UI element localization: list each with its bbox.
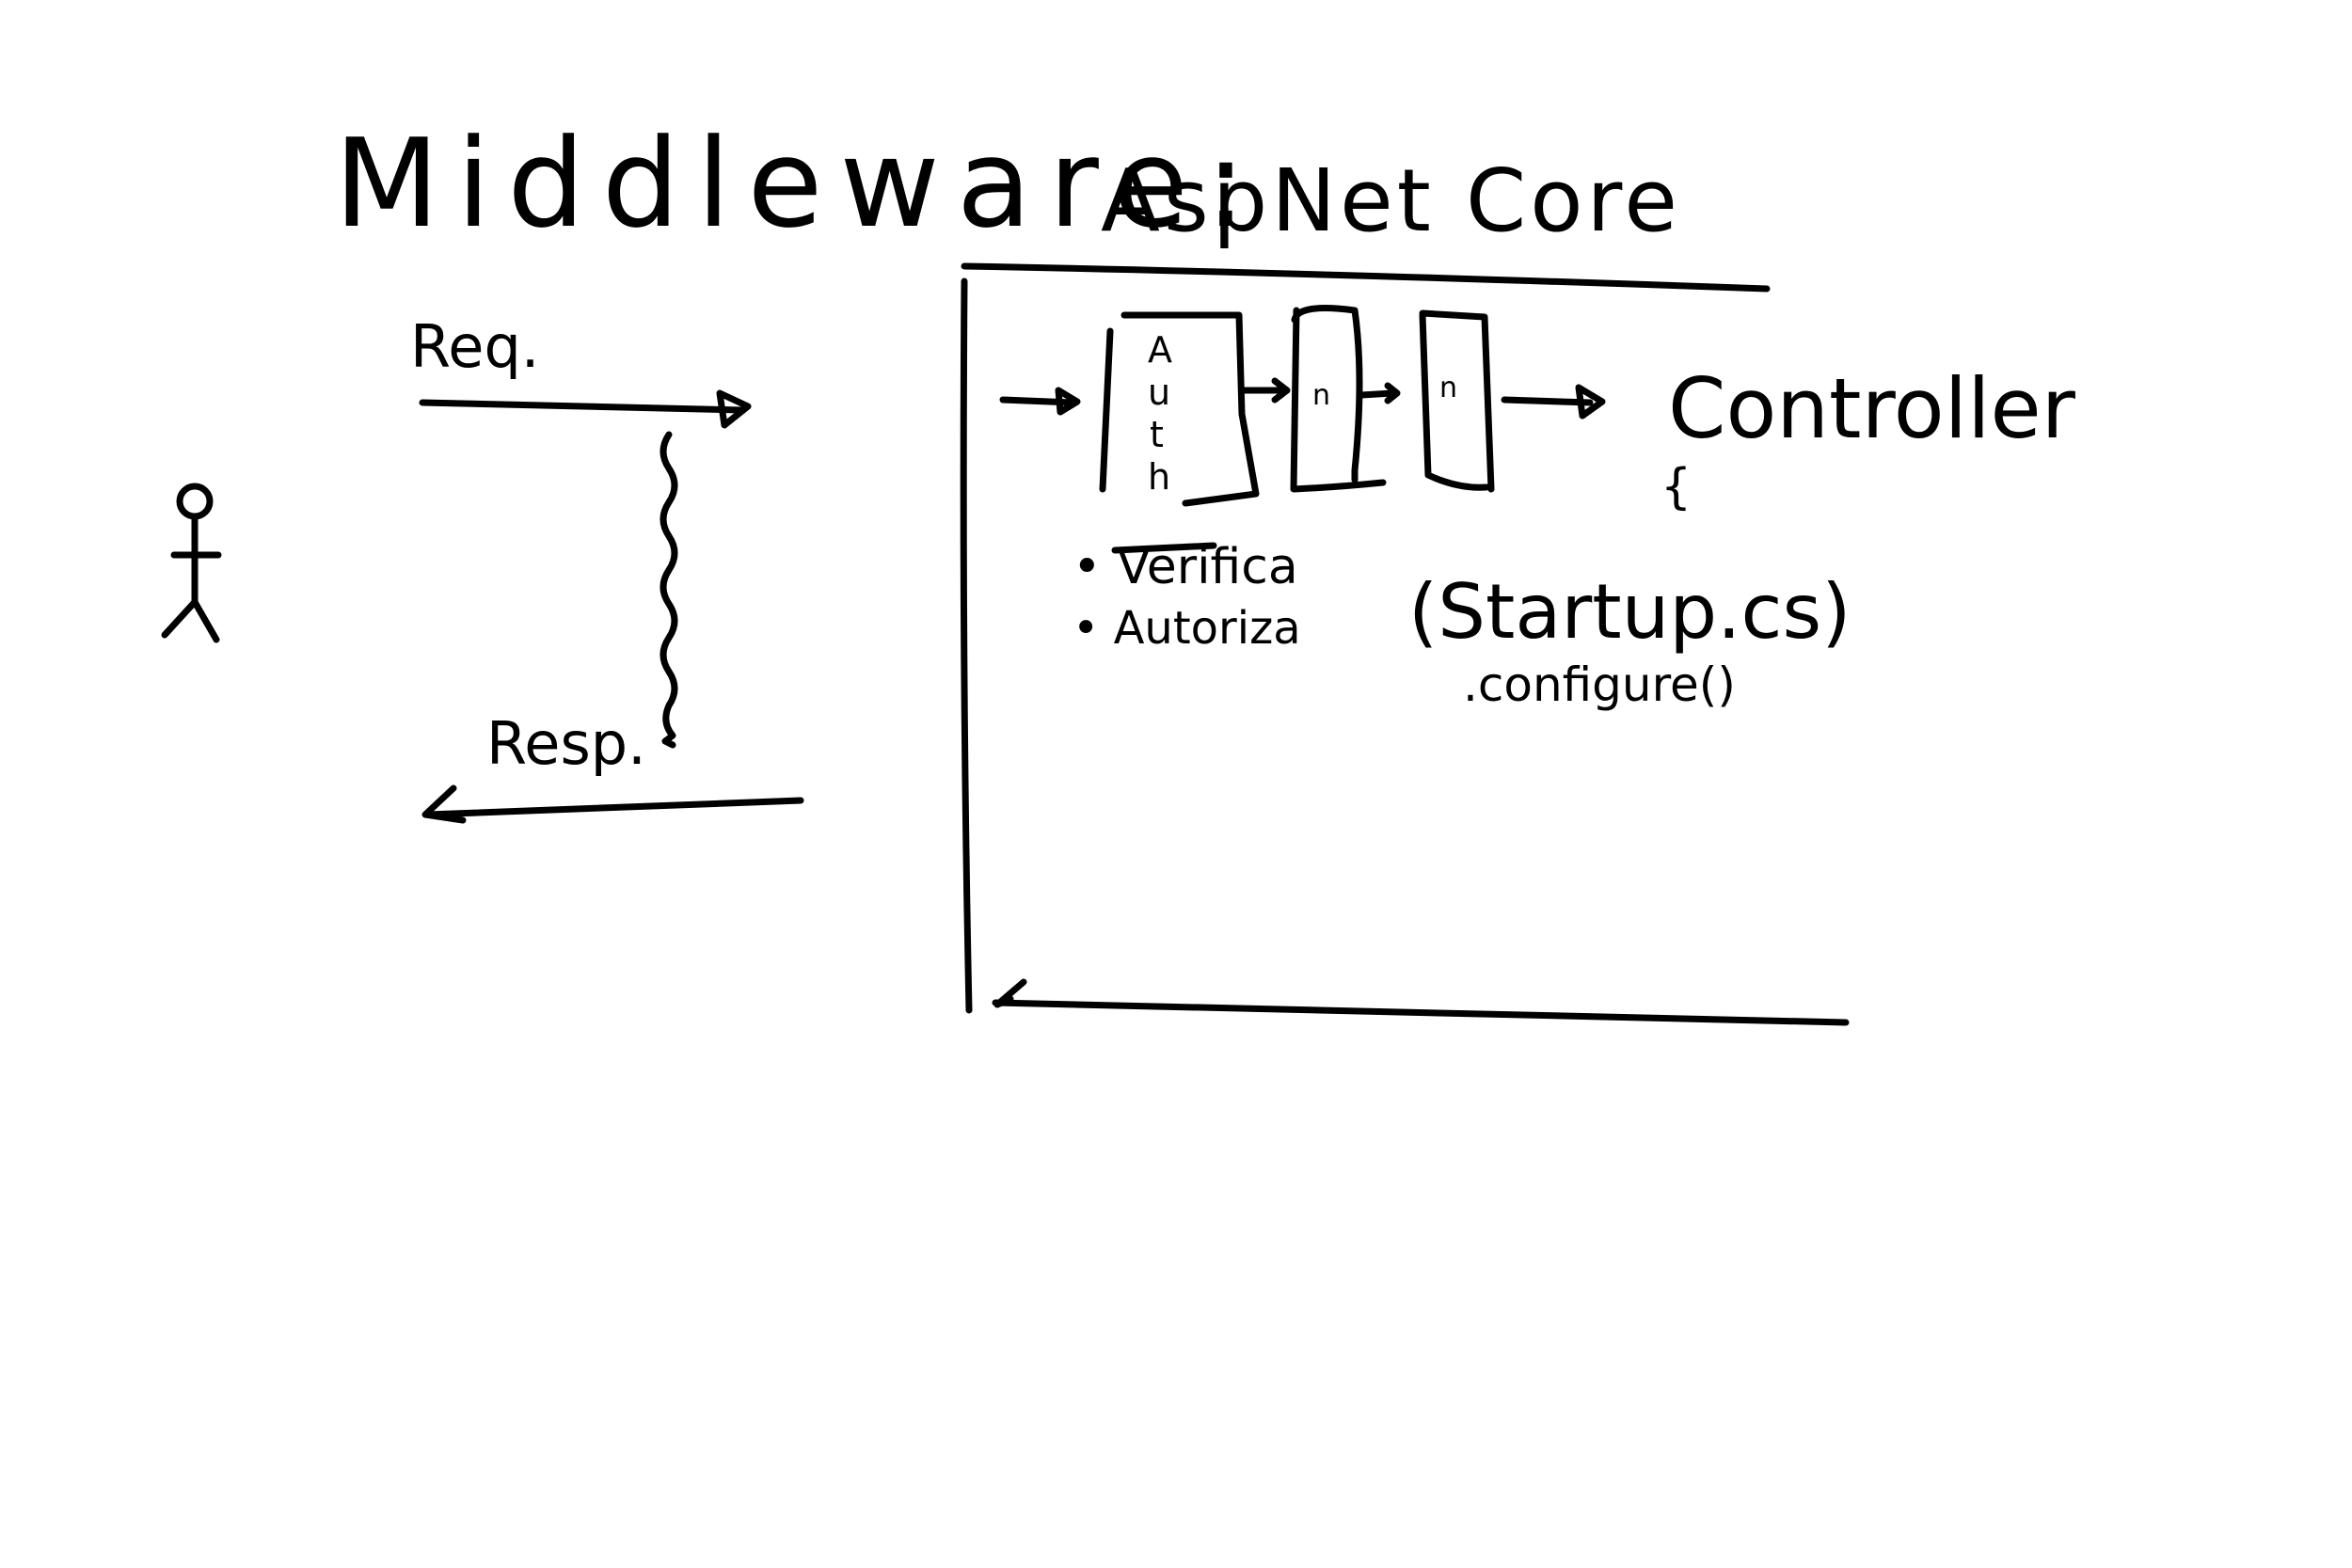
whiteboard-canvas: Middleware: AspNet Core Req. Resp. A u t… [161,112,2076,1026]
auth-letter-t: t [1150,414,1164,455]
middleware-box-3: n [1419,309,1495,493]
middleware-3-label: n [1439,372,1457,404]
arrow-to-controller [1501,384,1606,420]
middleware-2-label: n [1312,379,1330,412]
auth-middleware-box: A u t h [1099,311,1260,554]
note-bullet-autoriza: • Autoriza [1073,602,1301,655]
request-arrow [419,389,752,429]
arrow-n1-to-n2 [1358,382,1401,404]
title-aspnet-core: AspNet Core [1101,150,1681,251]
arrow-auth-to-n1 [1238,377,1291,404]
configure-method-note: .configure() [1463,657,1736,712]
response-label: Resp. [486,709,646,778]
auth-letter-a: A [1148,329,1172,371]
auth-letter-h: h [1148,456,1170,498]
note-bullet-verifica: • Verifica [1073,539,1298,595]
controller-brace: { [1661,459,1692,515]
response-arrow [421,784,804,824]
user-stick-figure-icon [161,483,222,643]
auth-letter-u: u [1148,372,1170,413]
startup-cs-note: (Startup.cs) [1408,568,1851,656]
middleware-box-2: n [1290,305,1387,493]
request-label: Req. [410,312,540,381]
processing-wavy-line [660,431,678,749]
controller-label: Controller [1668,360,2076,457]
entry-arrow [999,387,1081,416]
